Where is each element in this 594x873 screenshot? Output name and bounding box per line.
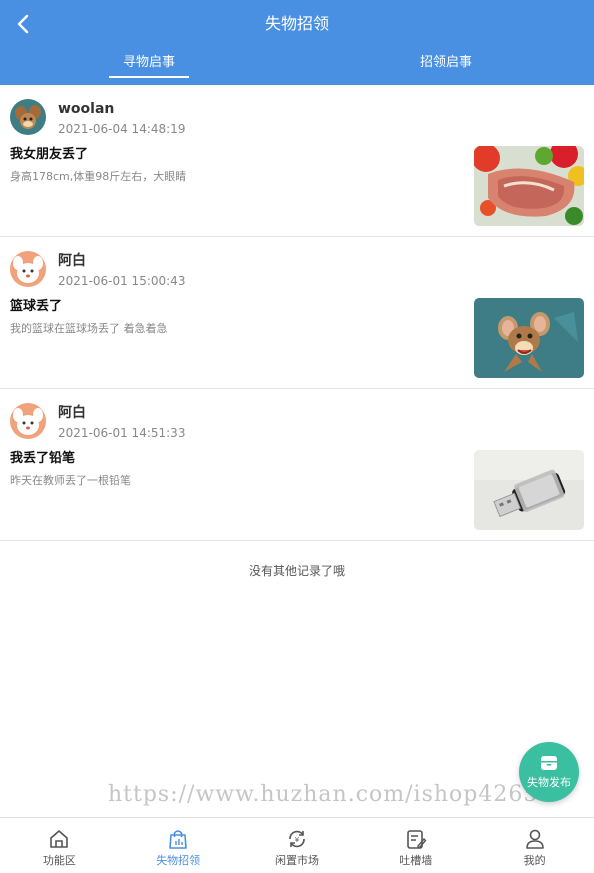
tabbar-item-features[interactable]: 功能区 <box>0 818 119 873</box>
post-time: 2021-06-04 14:48:19 <box>58 122 186 136</box>
post-card[interactable]: 阿白 2021-06-01 15:00:43 篮球丢了 我的篮球在篮球场丢了 着… <box>0 237 594 389</box>
publish-lost-item-button[interactable]: 失物发布 <box>519 742 579 802</box>
post-title: 我丢了铅笔 <box>10 451 76 466</box>
exchange-icon: ¥ <box>289 830 305 848</box>
active-tab-indicator <box>109 76 189 78</box>
post-list: woolan 2021-06-04 14:48:19 我女朋友丢了 身高178c… <box>0 85 594 541</box>
tabbar-label: 我的 <box>523 854 546 867</box>
post-thumbnail[interactable] <box>474 146 584 226</box>
tabbar-item-market[interactable]: ¥ 闲置市场 <box>238 818 357 873</box>
tabbar-item-mine[interactable]: 我的 <box>475 818 594 873</box>
bottom-tab-bar: 功能区 失物招领 ¥ 闲置市场 吐槽墙 我的 <box>0 817 594 873</box>
tabbar-item-complaint-wall[interactable]: 吐槽墙 <box>356 818 475 873</box>
post-title: 篮球丢了 <box>10 299 63 314</box>
post-description: 昨天在教师丢了一根铅笔 <box>10 474 131 487</box>
tabbar-label: 吐槽墙 <box>399 854 433 867</box>
post-card[interactable]: 阿白 2021-06-01 14:51:33 我丢了铅笔 昨天在教师丢了一根铅笔 <box>0 389 594 541</box>
post-username: 阿白 <box>58 405 86 421</box>
avatar <box>10 99 46 135</box>
post-description: 身高178cm,体重98斤左右，大眼睛 <box>10 170 187 183</box>
tabbar-label: 功能区 <box>42 854 76 867</box>
post-description: 我的篮球在篮球场丢了 着急着急 <box>10 322 168 335</box>
post-title: 我女朋友丢了 <box>10 147 89 162</box>
fab-label: 失物发布 <box>527 776 571 789</box>
post-time: 2021-06-01 14:51:33 <box>58 426 186 440</box>
page-title: 失物招领 <box>264 14 329 33</box>
avatar <box>10 403 46 439</box>
post-username: 阿白 <box>58 253 86 269</box>
person-icon <box>525 829 544 849</box>
post-card[interactable]: woolan 2021-06-04 14:48:19 我女朋友丢了 身高178c… <box>0 85 594 237</box>
post-time: 2021-06-01 15:00:43 <box>58 274 186 288</box>
avatar <box>10 251 46 287</box>
home-icon <box>50 830 69 848</box>
svg-text:¥: ¥ <box>295 836 300 844</box>
post-thumbnail[interactable] <box>474 450 584 530</box>
tabbar-label: 闲置市场 <box>274 854 319 867</box>
no-more-records-text: 没有其他记录了哦 <box>248 564 345 578</box>
tab-found-notice[interactable]: 招领启事 <box>366 52 526 82</box>
watermark-text: https://www.huzhan.com/ishop42659 <box>108 782 554 807</box>
bag-icon <box>169 830 187 849</box>
top-nav-bar: 失物招领 寻物启事 招领启事 <box>0 0 594 85</box>
archive-box-icon <box>541 756 557 770</box>
post-username: woolan <box>58 101 115 117</box>
post-thumbnail[interactable] <box>474 298 584 378</box>
tabbar-item-lost-found[interactable]: 失物招领 <box>119 818 238 873</box>
note-edit-icon <box>406 830 427 849</box>
tabbar-label: 失物招领 <box>156 854 201 867</box>
